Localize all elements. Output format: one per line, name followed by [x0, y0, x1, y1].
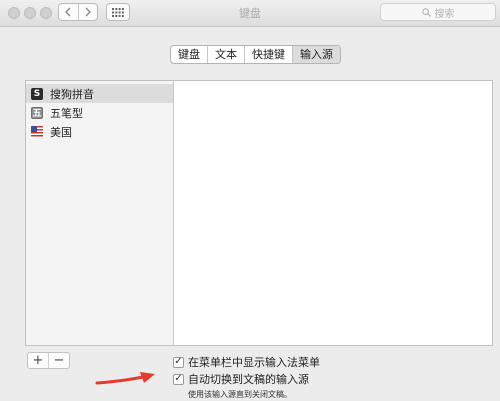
minimize-window-button[interactable] [24, 7, 36, 19]
add-remove-buttons: + − [27, 352, 70, 369]
input-source-us[interactable]: 美国 [26, 122, 173, 141]
input-source-label: 搜狗拼音 [50, 87, 94, 101]
red-arrow-icon [95, 372, 155, 385]
sogou-icon: S [31, 87, 43, 100]
tab-shortcuts[interactable]: 快捷键 [244, 46, 292, 63]
search-field[interactable]: 搜索 [380, 3, 496, 21]
input-source-wubi[interactable]: 五 五笔型 [26, 103, 173, 122]
zoom-window-button[interactable] [40, 7, 52, 19]
close-window-button[interactable] [8, 7, 20, 19]
show-menu-checkbox[interactable]: ✓ [173, 356, 184, 368]
title-bar: 键盘 搜索 [0, 0, 500, 27]
grid-icon [112, 7, 124, 17]
add-input-source-button[interactable]: + [28, 353, 48, 368]
window-title: 键盘 [239, 7, 261, 20]
tab-input-sources[interactable]: 输入源 [292, 46, 340, 63]
input-source-sogou[interactable]: S 搜狗拼音 [26, 84, 173, 103]
forward-button[interactable] [77, 4, 98, 20]
auto-switch-label: 自动切换到文稿的输入源 [188, 373, 309, 386]
input-sources-panel: S 搜狗拼音 五 五笔型 美国 [25, 80, 493, 346]
us-flag-icon [31, 125, 43, 138]
show-menu-label: 在菜单栏中显示输入法菜单 [188, 356, 320, 369]
chevron-left-icon [65, 7, 71, 17]
input-source-list: S 搜狗拼音 五 五笔型 美国 [26, 81, 174, 345]
wubi-icon: 五 [31, 106, 43, 119]
tab-text[interactable]: 文本 [207, 46, 244, 63]
auto-switch-hint: 使用该输入源直到关闭文稿。 [188, 390, 292, 399]
search-icon [421, 7, 431, 17]
remove-input-source-button[interactable]: − [48, 353, 69, 368]
back-button[interactable] [59, 4, 78, 20]
chevron-right-icon [85, 7, 91, 17]
tab-keyboard[interactable]: 键盘 [171, 46, 207, 63]
auto-switch-option[interactable]: ✓ 自动切换到文稿的输入源 [173, 372, 309, 386]
input-source-label: 五笔型 [50, 106, 83, 120]
preference-tabs: 键盘 文本 快捷键 输入源 [170, 45, 341, 64]
auto-switch-checkbox[interactable]: ✓ [173, 373, 184, 385]
input-source-label: 美国 [50, 125, 72, 139]
nav-buttons [58, 3, 98, 21]
show-menu-option[interactable]: ✓ 在菜单栏中显示输入法菜单 [173, 355, 320, 369]
show-all-button[interactable] [106, 3, 130, 21]
search-placeholder: 搜索 [434, 8, 455, 20]
